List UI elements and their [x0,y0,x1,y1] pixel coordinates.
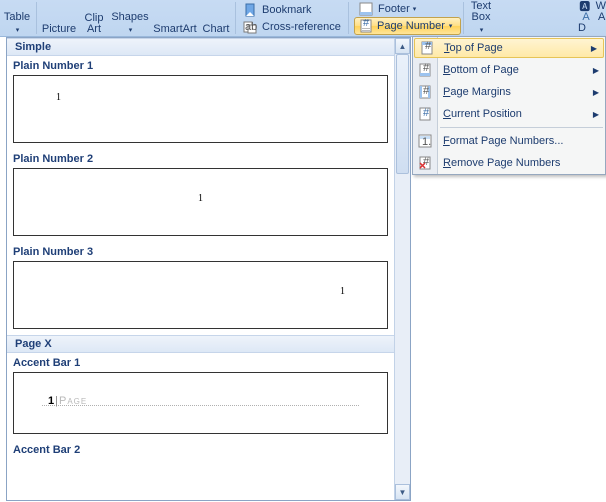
footer-button[interactable]: Footer▾ [354,1,461,17]
svg-text:ab: ab [245,21,257,33]
page-margins-icon: # [417,84,433,100]
gallery-item-plain2[interactable]: 1 [13,168,388,236]
menu-bottom-of-page[interactable]: # Bottom of Page ▶ [413,59,605,81]
bookmark-button[interactable]: Bookmark [238,1,346,18]
svg-text:#: # [425,41,432,52]
textbox-button[interactable]: TextBox [466,1,496,35]
menu-page-margins[interactable]: # Page Margins ▶ [413,81,605,103]
gallery-item-accent1[interactable]: 1|Page [13,372,388,434]
table-button[interactable]: Table [0,1,34,35]
ribbon-overflow: 🅰W AA D [576,0,606,37]
page-top-icon: # [419,40,435,56]
clipart-button[interactable]: ClipArt [79,1,109,35]
scroll-down-button[interactable]: ▼ [395,484,410,500]
svg-text:#: # [423,107,430,119]
menu-format-page-numbers[interactable]: 1. Format Page Numbers... [413,130,605,152]
svg-text:#: # [363,19,370,29]
page-number-menu: # Top of Page ▶ # Bottom of Page ▶ # Pag… [412,36,606,175]
chart-button[interactable]: Chart [199,1,233,35]
page-number-button[interactable]: # Page Number▾ [354,17,461,35]
footer-icon [358,1,374,17]
svg-text:#: # [423,85,430,97]
svg-text:1.: 1. [422,136,431,148]
menu-remove-page-numbers[interactable]: # Remove Page Numbers [413,152,605,174]
crossref-button[interactable]: ab Cross-reference [238,18,346,35]
remove-numbers-icon: # [417,155,433,171]
bookmark-icon [242,2,258,18]
scroll-up-button[interactable]: ▲ [395,38,410,54]
gallery-item-label: Accent Bar 2 [7,440,394,459]
gallery-item-plain3[interactable]: 1 [13,261,388,329]
gallery-item-label: Plain Number 3 [7,242,394,261]
gallery-item-plain1[interactable]: 1 [13,75,388,143]
shapes-button[interactable]: Shapes [109,1,151,35]
gallery-scrollbar[interactable]: ▲ ▼ [394,38,410,500]
svg-text:#: # [423,63,430,74]
menu-top-of-page[interactable]: # Top of Page ▶ [414,38,604,58]
gallery-section-pagex: Page X [7,335,394,353]
current-position-icon: # [417,106,433,122]
page-number-icon: # [358,18,374,34]
gallery-item-label: Plain Number 1 [7,56,394,75]
menu-current-position[interactable]: # Current Position ▶ [413,103,605,125]
format-numbers-icon: 1. [417,133,433,149]
smartart-button[interactable]: SmartArt [151,1,199,35]
picture-button[interactable]: Picture [39,1,79,35]
gallery-item-label: Accent Bar 1 [7,353,394,372]
gallery-item-label: Plain Number 2 [7,149,394,168]
page-number-gallery: Simple Plain Number 1 1 Plain Number 2 1… [6,37,411,501]
crossref-icon: ab [242,19,258,35]
ribbon: Table Picture ClipArt Shapes SmartArt Ch… [0,0,606,37]
scroll-thumb[interactable] [396,54,409,174]
page-bottom-icon: # [417,62,433,78]
gallery-section-simple: Simple [7,38,394,56]
